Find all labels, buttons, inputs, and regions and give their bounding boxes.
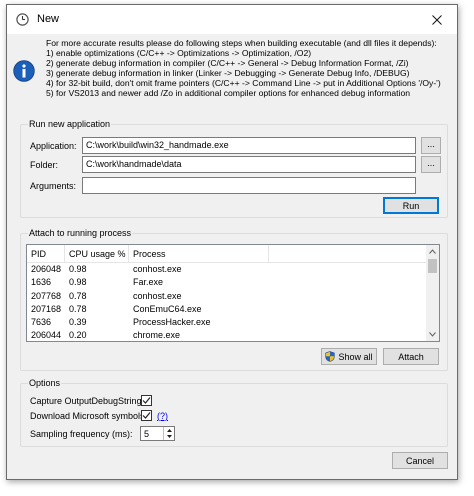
process-cell: Far.exe [133,277,164,288]
download-checkbox[interactable] [141,410,152,421]
cpu-cell: 0.78 [69,303,87,314]
table-row[interactable]: 206048 0.98 conhost.exe [27,263,427,276]
stepper-buttons [163,427,174,440]
application-browse-button[interactable]: ... [421,137,441,154]
run-button[interactable]: Run [383,197,439,214]
pid-cell: 207168 [31,303,62,314]
run-new-legend: Run new application [28,119,112,129]
info-line: 5) for VS2013 and newer add /Zo in addit… [46,88,411,98]
info-line: 3) generate debug information in linker … [46,68,410,78]
sampling-value[interactable]: 5 [144,429,149,439]
options-legend: Options [28,378,62,388]
cpu-cell: 0.20 [69,330,87,341]
process-cell: chrome.exe [133,330,181,341]
scroll-thumb[interactable] [428,259,437,273]
process-cell: conhost.exe [133,264,182,274]
table-row[interactable]: 7636 0.39 ProcessHacker.exe [27,316,427,329]
process-cell: ProcessHacker.exe [133,317,211,328]
process-list-scrollbar[interactable] [426,245,439,341]
scroll-down-button[interactable] [426,328,439,341]
shield-icon [325,351,336,362]
application-input[interactable]: C:\work\build\win32_handmade.exe [82,137,416,154]
help-link[interactable]: (?) [157,411,168,421]
folder-label: Folder: [30,160,59,170]
process-cell: ConEmuC64.exe [133,303,202,314]
column-header-cpu[interactable]: CPU usage % [65,245,129,263]
arguments-input[interactable] [82,177,416,194]
cpu-cell: 0.78 [69,290,87,301]
column-header-process[interactable]: Process [129,245,269,263]
process-list-header: PID CPU usage % Process [27,245,427,263]
sampling-label: Sampling frequency (ms): [30,429,133,439]
clock-icon [16,13,29,26]
triangle-down-icon [166,434,172,438]
pid-cell: 206044 [31,330,62,341]
pid-cell: 206048 [31,264,62,274]
download-label: Download Microsoft symbols: [30,411,148,421]
pid-cell: 1636 [31,277,52,288]
process-list-body: 206048 0.98 conhost.exe 1636 0.98 Far.ex… [27,263,427,341]
cpu-cell: 0.98 [69,264,87,274]
table-row[interactable]: 206044 0.20 chrome.exe [27,329,427,341]
folder-input[interactable]: C:\work\handmade\data [82,156,416,173]
pid-cell: 7636 [31,317,52,328]
checkmark-icon [142,397,151,404]
window-title: New [37,13,60,25]
cancel-button[interactable]: Cancel [392,452,448,469]
attach-legend: Attach to running process [28,228,133,238]
checkmark-icon [142,412,151,419]
pid-cell: 207768 [31,290,62,301]
triangle-up-icon [166,428,172,432]
close-button[interactable] [417,5,457,34]
chevron-up-icon [429,249,436,254]
show-all-label: Show all [338,351,373,362]
cpu-cell: 0.98 [69,277,87,288]
table-row[interactable]: 207168 0.78 ConEmuC64.exe [27,303,427,316]
cpu-cell: 0.39 [69,317,87,328]
sampling-stepper[interactable]: 5 [140,426,175,441]
table-row[interactable]: 1636 0.98 Far.exe [27,276,427,289]
arguments-label: Arguments: [30,181,77,191]
close-icon [432,14,442,25]
title-bar: New [7,5,457,34]
column-header-pid[interactable]: PID [27,245,65,263]
info-line: For more accurate results please do foll… [46,38,437,48]
info-line: 2) generate debug information in compile… [46,58,409,68]
attach-button[interactable]: Attach [383,348,439,365]
chevron-down-icon [429,332,436,337]
scroll-up-button[interactable] [426,245,439,258]
process-cell: conhost.exe [133,290,182,301]
show-all-button[interactable]: Show all [321,348,377,365]
stepper-down-button[interactable] [164,433,174,439]
process-list[interactable]: PID CPU usage % Process 206048 0.98 conh… [26,244,440,342]
info-text: For more accurate results please do foll… [46,38,446,98]
info-line: 4) for 32-bit build, don't omit frame po… [46,78,441,88]
application-label: Application: [30,141,77,151]
table-row[interactable]: 207768 0.78 conhost.exe [27,290,427,303]
folder-browse-button[interactable]: ... [421,156,441,173]
capture-checkbox[interactable] [141,395,152,406]
info-icon [13,60,35,82]
info-line: 1) enable optimizations (C/C++ -> Optimi… [46,48,312,58]
capture-label: Capture OutputDebugString: [30,396,145,406]
